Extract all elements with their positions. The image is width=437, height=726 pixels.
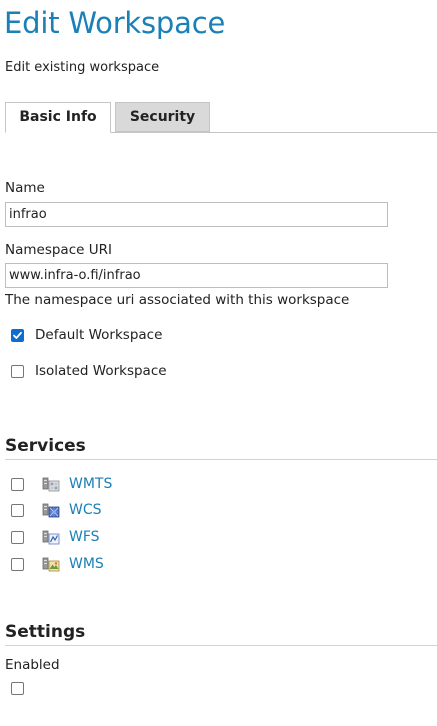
checkmark-icon	[13, 331, 22, 339]
services-heading: Services	[5, 436, 86, 456]
wms-service-icon	[42, 557, 60, 572]
namespace-uri-input[interactable]	[5, 263, 388, 288]
page-title: Edit Workspace	[4, 6, 226, 40]
isolated-workspace-checkbox[interactable]	[11, 365, 24, 378]
tab-security[interactable]: Security	[115, 102, 210, 132]
services-divider	[5, 459, 437, 460]
default-workspace-checkbox[interactable]	[11, 329, 24, 342]
wms-link[interactable]: WMS	[69, 556, 104, 572]
wcs-link[interactable]: WCS	[69, 502, 102, 518]
wfs-checkbox[interactable]	[11, 531, 24, 544]
name-label: Name	[5, 180, 45, 196]
name-input[interactable]	[5, 202, 388, 227]
default-workspace-label: Default Workspace	[35, 327, 163, 343]
wmts-checkbox[interactable]	[11, 478, 24, 491]
page-subtitle: Edit existing workspace	[5, 60, 160, 75]
settings-heading: Settings	[5, 622, 86, 642]
enabled-label: Enabled	[5, 657, 60, 673]
wmts-service-icon	[42, 477, 60, 492]
namespace-uri-help: The namespace uri associated with this w…	[5, 292, 350, 308]
wms-checkbox[interactable]	[11, 558, 24, 571]
wfs-link[interactable]: WFS	[69, 529, 100, 545]
wcs-service-icon	[42, 503, 60, 518]
tab-bar: Basic Info Security	[5, 102, 437, 133]
tab-basic-info[interactable]: Basic Info	[5, 102, 111, 133]
settings-divider	[5, 645, 437, 646]
isolated-workspace-label: Isolated Workspace	[35, 363, 167, 379]
wfs-service-icon	[42, 530, 60, 545]
namespace-uri-label: Namespace URI	[5, 242, 112, 258]
wmts-link[interactable]: WMTS	[69, 476, 112, 492]
enabled-checkbox[interactable]	[11, 682, 24, 695]
wcs-checkbox[interactable]	[11, 504, 24, 517]
